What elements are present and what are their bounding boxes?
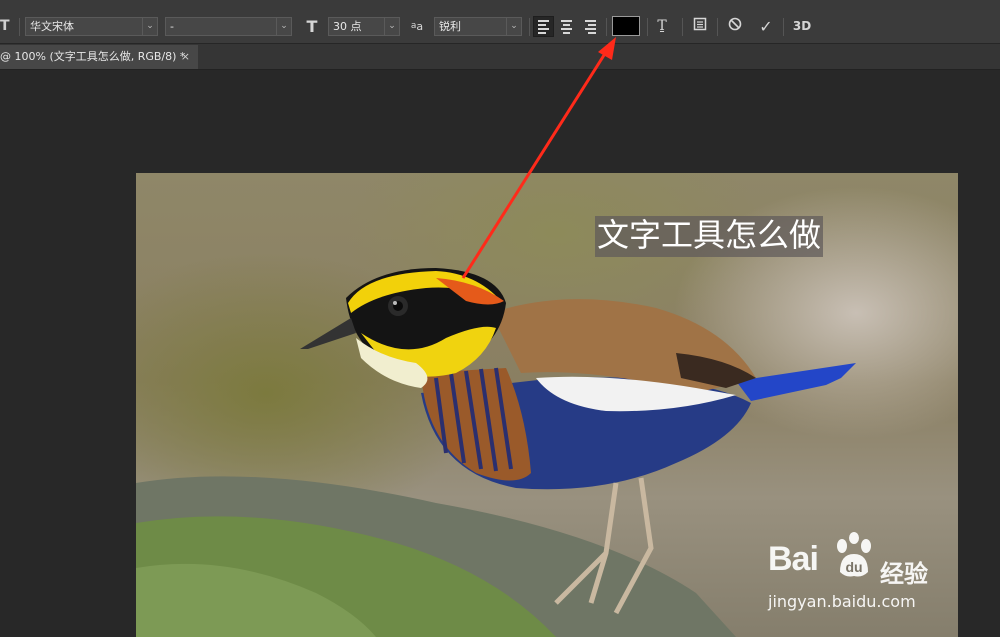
- chevron-down-icon: ⌄: [384, 18, 399, 35]
- font-size-value: 30 点: [333, 20, 362, 33]
- document-tab[interactable]: @ 100% (文字工具怎么做, RGB/8) * ×: [0, 45, 198, 69]
- document-tab-title: @ 100% (文字工具怎么做, RGB/8) *: [0, 50, 186, 63]
- watermark: Bai du 经验 jingyan.baidu.com: [768, 532, 948, 612]
- document-tab-bar: @ 100% (文字工具怎么做, RGB/8) * ×: [0, 44, 1000, 70]
- close-icon[interactable]: ×: [181, 45, 190, 69]
- align-left-button[interactable]: [533, 16, 554, 37]
- font-family-select[interactable]: 华文宋体 ⌄: [25, 17, 158, 36]
- watermark-brand-cn: 经验: [880, 560, 928, 588]
- watermark-brand: Bai: [768, 540, 819, 578]
- font-style-value: -: [170, 20, 174, 33]
- font-style-select[interactable]: - ⌄: [165, 17, 292, 36]
- separator: [606, 18, 607, 36]
- font-size-select[interactable]: 30 点 ⌄: [328, 17, 400, 36]
- character-panel-icon[interactable]: [689, 17, 711, 36]
- commit-icon[interactable]: ✓: [755, 17, 777, 36]
- options-bar: T 华文宋体 ⌄ - ⌄ T 30 点 ⌄ aa 锐利 ⌄ Ṯ ✓ 3D: [0, 10, 1000, 44]
- text-tool-icon[interactable]: T: [0, 17, 14, 36]
- antialias-select[interactable]: 锐利 ⌄: [434, 17, 522, 36]
- warp-text-icon[interactable]: Ṯ: [651, 17, 673, 36]
- separator: [682, 18, 683, 36]
- watermark-url: jingyan.baidu.com: [768, 592, 916, 611]
- chevron-down-icon: ⌄: [142, 18, 157, 35]
- chevron-down-icon: ⌄: [276, 18, 291, 35]
- canvas-text-layer[interactable]: 文字工具怎么做: [595, 216, 824, 257]
- align-center-button[interactable]: [557, 16, 578, 37]
- align-right-button[interactable]: [581, 16, 602, 37]
- separator: [529, 18, 530, 36]
- font-family-value: 华文宋体: [30, 20, 74, 33]
- separator: [717, 18, 718, 36]
- paw-logo-icon: du: [837, 532, 871, 577]
- separator: [783, 18, 784, 36]
- separator: [19, 18, 20, 36]
- font-size-icon: T: [306, 17, 318, 36]
- threed-button[interactable]: 3D: [789, 17, 815, 36]
- antialias-icon: aa: [410, 20, 424, 33]
- cancel-icon[interactable]: [724, 17, 746, 36]
- text-color-swatch[interactable]: [612, 16, 640, 36]
- chevron-down-icon: ⌄: [506, 18, 521, 35]
- antialias-value: 锐利: [439, 20, 461, 33]
- svg-text:du: du: [845, 559, 862, 575]
- separator: [647, 18, 648, 36]
